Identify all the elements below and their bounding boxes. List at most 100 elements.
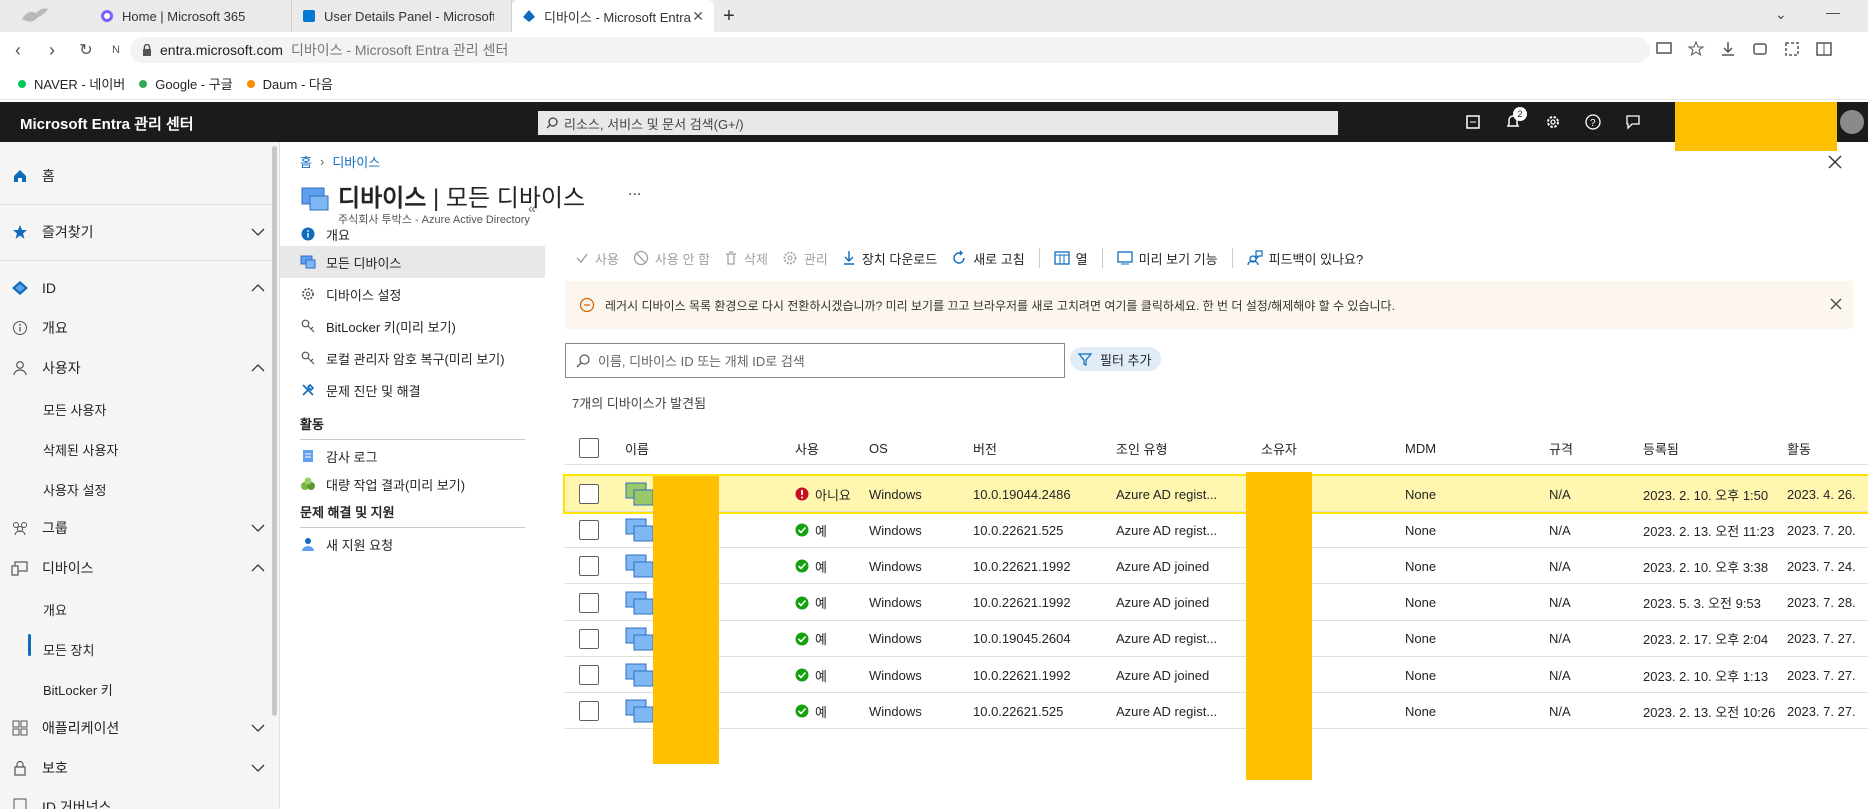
tab-home-m365[interactable]: Home | Microsoft 365 — [90, 0, 292, 32]
split-screen-icon[interactable] — [1815, 40, 1833, 58]
row-checkbox[interactable] — [579, 621, 599, 657]
row-checkbox[interactable] — [579, 512, 599, 548]
reader-icon[interactable]: N — [104, 38, 128, 62]
favorite-google[interactable]: Google - 구글 — [139, 74, 233, 93]
avatar[interactable] — [1840, 110, 1864, 134]
column-header-name[interactable]: 이름 — [625, 434, 649, 462]
forward-icon[interactable]: › — [40, 38, 64, 62]
table-row[interactable]: 예 Windows 10.0.22621.1992 Azure AD joined No… — [565, 585, 1868, 621]
manage-button[interactable]: 관리 — [782, 249, 828, 268]
breadcrumb-home[interactable]: 홈 — [300, 152, 312, 171]
columns-button[interactable]: 열 — [1054, 249, 1088, 268]
refresh-button[interactable]: 새로 고침 — [951, 249, 1025, 268]
nav-bitlocker-keys[interactable]: BitLocker 키 — [43, 680, 113, 699]
star-icon — [10, 222, 30, 242]
close-banner-icon[interactable] — [1829, 297, 1843, 311]
search-placeholder: 리소스, 서비스 및 문서 검색(G+/) — [564, 116, 744, 132]
install-app-icon[interactable] — [1655, 40, 1673, 58]
select-all-checkbox[interactable] — [579, 438, 599, 458]
row-checkbox[interactable] — [579, 693, 599, 729]
row-checkbox[interactable] — [579, 548, 599, 584]
row-checkbox[interactable] — [579, 476, 599, 512]
nav-governance[interactable]: ID 거버넌스 — [0, 787, 272, 809]
new-tab-button[interactable]: + — [714, 0, 744, 32]
menu-laps[interactable]: 로컬 관리자 암호 복구(미리 보기) — [280, 342, 545, 374]
nav-overview[interactable]: 개요 — [0, 308, 272, 348]
nav-all-users[interactable]: 모든 사용자 — [43, 400, 106, 419]
menu-all-devices[interactable]: 모든 디바이스 — [280, 246, 545, 278]
collapse-menu-icon[interactable]: « — [528, 200, 536, 216]
column-header-enabled[interactable]: 사용 — [795, 434, 819, 462]
disable-button[interactable]: 사용 안 함 — [633, 249, 710, 268]
legacy-experience-banner[interactable]: 레거시 디바이스 목록 환경으로 다시 전환하시겠습니까? 미리 보기를 끄고 … — [565, 281, 1853, 329]
column-header-mdm[interactable]: MDM — [1405, 434, 1436, 462]
menu-bulk-results[interactable]: 대량 작업 결과(미리 보기) — [280, 468, 545, 500]
portal-brand[interactable]: Microsoft Entra 관리 센터 — [20, 113, 194, 134]
favorite-daum[interactable]: Daum - 다음 — [246, 74, 333, 93]
table-row[interactable]: 예 Windows 10.0.19045.2604 Azure AD regist..… — [565, 621, 1868, 657]
column-header-activity[interactable]: 활동 — [1787, 434, 1811, 462]
table-row[interactable]: ...YE아니요Windows10.0.19044.2486Azure AD r… — [563, 474, 1868, 514]
nav-deleted-users[interactable]: 삭제된 사용자 — [43, 440, 118, 459]
notifications-icon[interactable]: 2 — [1503, 107, 1527, 132]
help-icon[interactable]: ? — [1583, 112, 1603, 132]
feedback-button[interactable]: 피드백이 있나요? — [1246, 249, 1363, 268]
url-field[interactable]: entra.microsoft.com 디바이스 - Microsoft Ent… — [130, 37, 1650, 63]
tab-entra-devices[interactable]: 디바이스 - Microsoft Entra 관리 ✕ — [512, 0, 714, 32]
feedback-icon[interactable] — [1623, 112, 1643, 132]
preview-features-button[interactable]: 미리 보기 기능 — [1116, 249, 1218, 268]
menu-new-support-request[interactable]: 새 지원 요청 — [280, 528, 545, 560]
row-checkbox[interactable] — [579, 657, 599, 693]
gear-icon — [782, 250, 798, 266]
add-filter-button[interactable]: 필터 추가 — [1070, 347, 1162, 371]
column-header-registered[interactable]: 등록됨 — [1643, 434, 1679, 462]
menu-bitlocker[interactable]: BitLocker 키(미리 보기) — [280, 310, 545, 342]
nav-user-settings[interactable]: 사용자 설정 — [43, 480, 106, 499]
nav-all-devices[interactable]: 모든 장치 — [43, 640, 94, 659]
toolbar-separator — [1038, 248, 1040, 268]
nav-devices-overview[interactable]: 개요 — [43, 600, 67, 619]
nav-protection[interactable]: 보호 — [0, 748, 272, 788]
more-options-button[interactable]: ... — [628, 182, 641, 200]
collections-icon[interactable] — [1751, 40, 1769, 58]
tab-list-chevron-icon[interactable]: ⌄ — [1775, 6, 1787, 23]
column-header-compliant[interactable]: 규격 — [1549, 434, 1573, 462]
close-blade-icon[interactable] — [1827, 154, 1843, 170]
column-header-join-type[interactable]: 조인 유형 — [1116, 434, 1167, 462]
copilot-icon[interactable] — [1463, 112, 1483, 132]
favorites-star-icon[interactable] — [1687, 40, 1705, 58]
close-tab-icon[interactable]: ✕ — [692, 8, 704, 25]
column-header-owner[interactable]: 소유자 — [1261, 434, 1297, 462]
menu-device-settings[interactable]: 디바이스 설정 — [280, 278, 545, 310]
device-search-input[interactable]: 이름, 디바이스 ID 또는 개체 ID로 검색 — [565, 343, 1065, 378]
menu-diagnose[interactable]: 문제 진단 및 해결 — [280, 374, 545, 406]
table-row[interactable]: 예 Windows 10.0.22621.1992 Azure AD joined No… — [565, 657, 1868, 693]
global-search-input[interactable]: 리소스, 서비스 및 문서 검색(G+/) — [538, 111, 1338, 135]
screenshot-icon[interactable] — [1783, 40, 1801, 58]
column-header-version[interactable]: 버전 — [973, 434, 997, 462]
nav-scrollbar[interactable] — [272, 146, 277, 716]
nav-id[interactable]: ID — [0, 268, 272, 308]
downloads-icon[interactable] — [1719, 40, 1737, 58]
nav-home[interactable]: 홈 — [0, 156, 272, 196]
table-row[interactable]: 예 Windows 10.0.22621.525 Azure AD regist...… — [565, 512, 1868, 549]
nav-users[interactable]: 사용자 — [0, 348, 272, 388]
nav-favorites[interactable]: 즐겨찾기 — [0, 212, 272, 252]
settings-gear-icon[interactable] — [1543, 112, 1563, 132]
nav-applications[interactable]: 애플리케이션 — [0, 708, 272, 748]
row-checkbox[interactable] — [579, 585, 599, 621]
delete-button[interactable]: 삭제 — [724, 249, 768, 268]
enable-button[interactable]: 사용 — [575, 249, 619, 268]
reload-icon[interactable]: ↻ — [74, 38, 98, 62]
nav-devices[interactable]: 디바이스 — [0, 548, 272, 588]
download-devices-button[interactable]: 장치 다운로드 — [842, 249, 937, 268]
minimize-icon[interactable]: — — [1826, 4, 1840, 20]
table-row[interactable]: 예 Windows 10.0.22621.525 Azure AD regist...… — [565, 693, 1868, 730]
breadcrumb-devices[interactable]: 디바이스 — [332, 152, 380, 171]
tab-user-details[interactable]: User Details Panel - Microsoft E — [292, 0, 512, 32]
nav-groups[interactable]: 그룹 — [0, 508, 272, 548]
column-header-os[interactable]: OS — [869, 434, 888, 462]
table-row[interactable]: 예 Windows 10.0.22621.1992 Azure AD joined No… — [565, 548, 1868, 585]
back-icon[interactable]: ‹ — [6, 38, 30, 62]
favorite-naver[interactable]: NAVER - 네이버 — [18, 74, 125, 93]
